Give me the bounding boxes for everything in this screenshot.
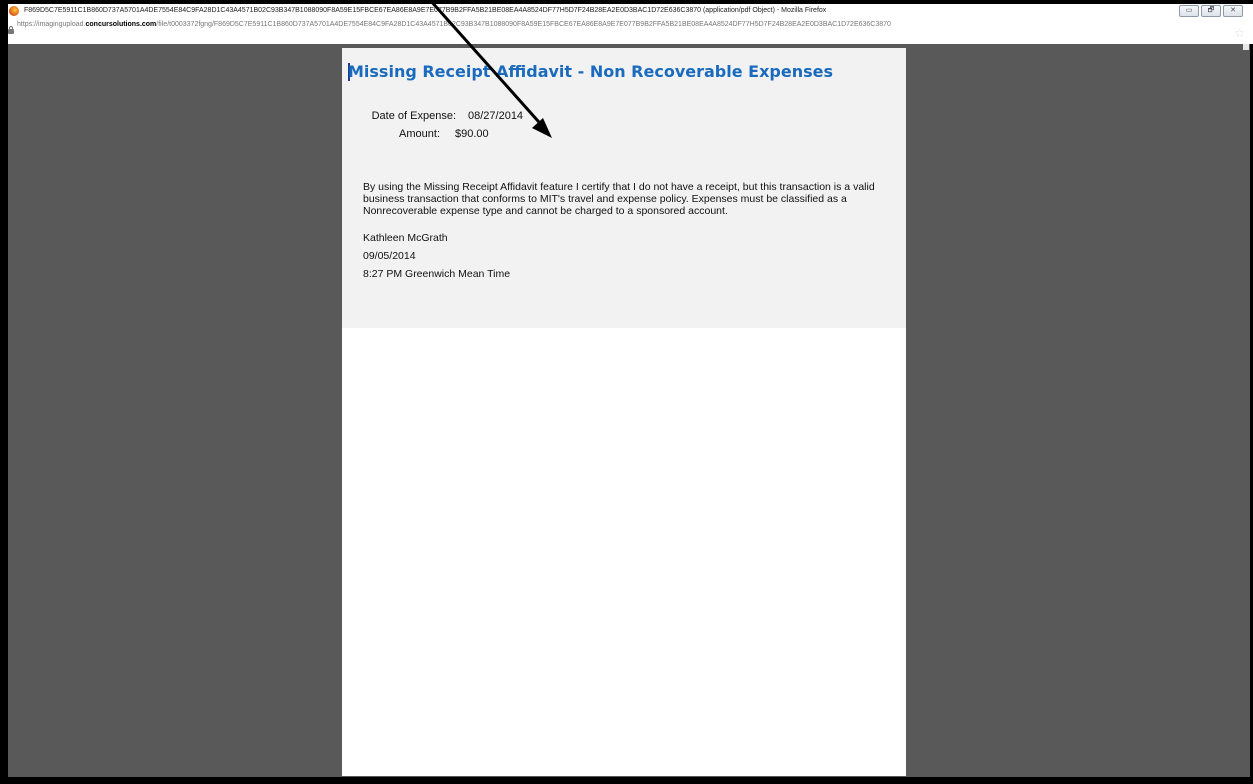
field-label: Amount: xyxy=(399,128,440,140)
field-label: Date of Expense: xyxy=(371,110,456,122)
window-controls: ▭ 🗗 ✕ xyxy=(1179,5,1243,17)
restore-button[interactable]: 🗗 xyxy=(1201,5,1221,17)
minimize-button[interactable]: ▭ xyxy=(1179,5,1199,17)
document-title: Missing Receipt Affidavit - Non Recovera… xyxy=(348,62,833,81)
url-domain: concursolutions.com xyxy=(85,21,157,28)
vertical-scrollbar[interactable] xyxy=(1242,44,1250,777)
address-bar[interactable]: https://imagingupload.concursolutions.co… xyxy=(8,18,1253,44)
field-value: 08/27/2014 xyxy=(468,110,524,122)
field-value: $90.00 xyxy=(455,128,489,140)
url-text[interactable]: https://imagingupload.concursolutions.co… xyxy=(17,18,891,32)
firefox-icon xyxy=(9,6,19,16)
signer-name: Kathleen McGrath xyxy=(363,232,448,244)
url-path: /file/t0003372fgng/F869D5C7E5911C1B860D7… xyxy=(156,21,891,28)
affidavit-statement: By using the Missing Receipt Affidavit f… xyxy=(363,181,875,217)
close-button[interactable]: ✕ xyxy=(1223,5,1243,17)
signed-time: 8:27 PM Greenwich Mean Time xyxy=(363,268,511,280)
signed-date: 09/05/2014 xyxy=(363,250,416,262)
scrollbar-thumb[interactable] xyxy=(1243,44,1249,50)
star-icon[interactable]: ☆ xyxy=(1234,26,1245,40)
pdf-page: Missing Receipt Affidavit - Non Recovera… xyxy=(342,48,906,776)
title-bar: F869D5C7E5911C1B860D737A5701A4DE7554E84C… xyxy=(8,4,1253,18)
affidavit-panel: Missing Receipt Affidavit - Non Recovera… xyxy=(342,48,906,328)
url-prefix: https://imagingupload. xyxy=(17,21,86,28)
window-title: F869D5C7E5911C1B860D737A5701A4DE7554E84C… xyxy=(24,7,827,14)
lock-icon xyxy=(8,26,14,34)
